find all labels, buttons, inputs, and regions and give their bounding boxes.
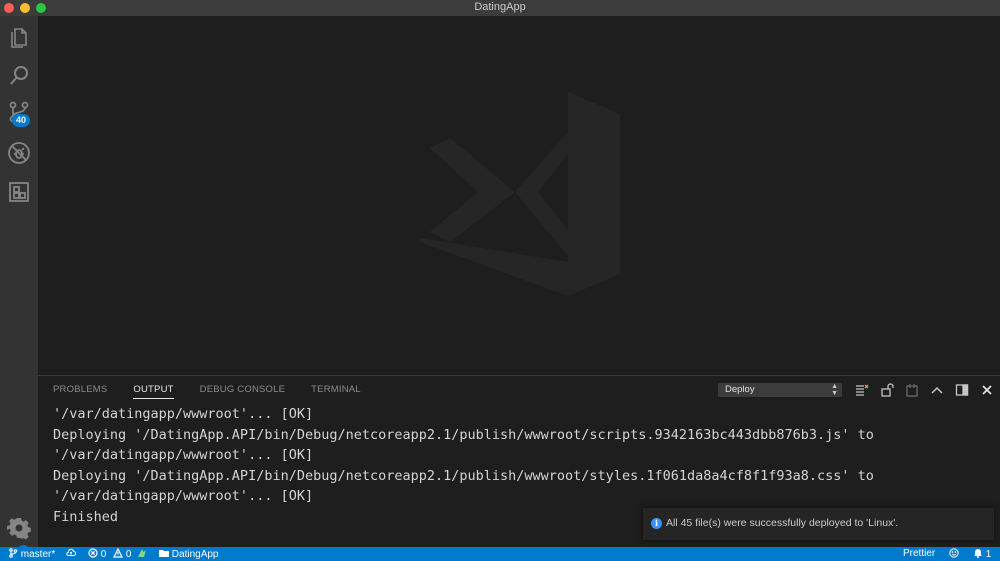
problems-indicator[interactable]: 0 0	[88, 547, 132, 560]
branch-icon	[9, 548, 18, 558]
toggle-panel-position-icon[interactable]	[955, 383, 969, 397]
bell-icon	[974, 549, 982, 558]
vscode-logo-watermark	[420, 92, 620, 296]
info-icon: i	[651, 518, 662, 529]
select-arrows-icon: ▲ ▼	[831, 383, 838, 397]
folder-name: DatingApp	[171, 549, 219, 560]
source-control-badge: 40	[12, 114, 30, 127]
debug-icon[interactable]	[7, 141, 31, 165]
editor-area	[38, 16, 1000, 375]
open-log-icon[interactable]	[905, 383, 919, 397]
sync-icon[interactable]	[66, 548, 77, 560]
files-icon[interactable]	[7, 26, 31, 50]
panel-tabs: PROBLEMS OUTPUT DEBUG CONSOLE TERMINAL	[53, 384, 387, 398]
output-line: Deploying '/DatingApp.API/bin/Debug/netc…	[53, 467, 874, 484]
prettier-status[interactable]: Prettier	[903, 548, 935, 560]
output-channel-value: Deploy	[725, 384, 755, 395]
lock-scroll-icon[interactable]	[880, 383, 894, 397]
gear-icon[interactable]	[7, 516, 31, 540]
warning-icon	[113, 547, 124, 558]
folder-icon	[159, 550, 169, 557]
window-title: DatingApp	[474, 1, 526, 13]
notification-message: All 45 file(s) were successfully deploye…	[666, 517, 899, 529]
status-bar: master* 0 0 DatingApp Prettier 1	[0, 547, 1000, 561]
deploy-status-icon[interactable]	[137, 548, 147, 560]
extensions-icon[interactable]	[7, 180, 31, 204]
maximize-panel-icon[interactable]	[930, 383, 944, 397]
tab-problems[interactable]: PROBLEMS	[53, 384, 107, 398]
notification-count: 1	[985, 549, 992, 560]
output-line: '/var/datingapp/wwwroot'... [OK]	[53, 488, 314, 504]
title-bar: DatingApp	[0, 0, 1000, 16]
output-channel-select[interactable]: Deploy ▲ ▼	[718, 383, 842, 397]
workspace-folder[interactable]: DatingApp	[159, 548, 218, 560]
output-line: '/var/datingapp/wwwroot'... [OK]	[53, 447, 314, 463]
search-icon[interactable]	[7, 64, 31, 88]
clear-output-icon[interactable]	[855, 383, 869, 397]
feedback-smiley-icon[interactable]	[949, 548, 959, 560]
error-icon	[88, 548, 98, 558]
tab-terminal[interactable]: TERMINAL	[311, 384, 361, 398]
warning-count: 0	[125, 549, 132, 560]
close-panel-icon[interactable]	[980, 383, 994, 397]
deploy-notification[interactable]: i All 45 file(s) were successfully deplo…	[643, 508, 994, 540]
tab-debug-console[interactable]: DEBUG CONSOLE	[200, 384, 285, 398]
tab-output[interactable]: OUTPUT	[133, 384, 173, 398]
output-line: Deploying '/DatingApp.API/bin/Debug/netc…	[53, 426, 874, 443]
branch-name: master*	[20, 549, 56, 560]
notifications-indicator[interactable]: 1	[973, 548, 991, 560]
error-count: 0	[100, 549, 107, 560]
output-line: '/var/datingapp/wwwroot'... [OK]	[53, 406, 314, 422]
branch-indicator[interactable]: master*	[8, 548, 55, 560]
activity-bar: 40 1	[0, 16, 38, 558]
